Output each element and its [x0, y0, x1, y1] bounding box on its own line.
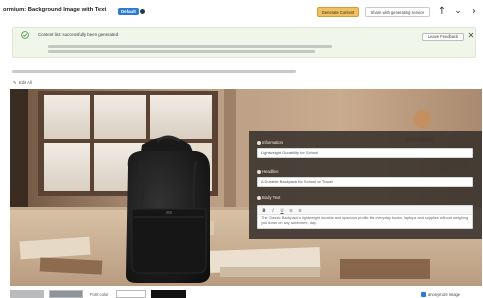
- color-swatch-black[interactable]: [151, 290, 186, 298]
- font-color-label: Font color: [90, 292, 109, 297]
- underline-button[interactable]: U: [278, 207, 286, 214]
- page-title: ormium: Background Image with Text: [3, 7, 107, 13]
- generate-content-button[interactable]: Generate Content: [317, 7, 359, 17]
- bottom-options: Font color anonymize image: [0, 287, 483, 298]
- text-overlay-panel: Information Lightweight Durability for S…: [249, 131, 482, 239]
- status-badge: Default: [118, 8, 139, 15]
- bold-button[interactable]: B: [260, 207, 268, 214]
- info-dot-icon[interactable]: [140, 9, 145, 14]
- chevron-right-icon[interactable]: ›: [468, 5, 480, 18]
- headline-field[interactable]: A Durable Backpack for School or Travel: [257, 177, 473, 187]
- checkbox-icon[interactable]: [421, 292, 426, 297]
- field-label-body: Body Text: [262, 195, 281, 200]
- success-banner: Content list: successfully been generate…: [12, 27, 476, 58]
- body-text-value[interactable]: The Classic Backpack's lightweight durab…: [261, 216, 469, 227]
- layout-thumbnail[interactable]: [10, 290, 44, 298]
- italic-button[interactable]: I: [269, 207, 277, 214]
- field-dot-icon: [257, 196, 261, 200]
- field-dot-icon: [257, 170, 261, 174]
- close-icon[interactable]: ✕: [466, 31, 476, 41]
- loading-bar: [12, 70, 296, 73]
- editor-toolbar: B I U ≡ ≡: [258, 206, 472, 215]
- top-bar: ormium: Background Image with Text Defau…: [0, 0, 483, 24]
- edit-all-label: Edit All: [19, 80, 32, 85]
- field-label-information: Information: [262, 140, 283, 145]
- arrow-up-icon[interactable]: ↑: [436, 5, 448, 18]
- field-label-headline: Headline: [262, 169, 279, 174]
- body-text-editor[interactable]: B I U ≡ ≡ The Classic Backpack's lightwe…: [257, 205, 473, 229]
- anonymize-label: anonymize image: [428, 292, 461, 297]
- share-button[interactable]: Share with generating service: [365, 7, 430, 17]
- check-circle-icon: [21, 31, 29, 39]
- chevron-down-icon[interactable]: ⌄: [452, 5, 464, 18]
- field-dot-icon: [257, 141, 261, 145]
- edit-all-link[interactable]: ✎ Edit All: [13, 80, 32, 85]
- color-swatch-white[interactable]: [116, 290, 146, 298]
- bullet-list-icon[interactable]: ≡: [287, 207, 295, 214]
- banner-message: Content list: successfully been generate…: [38, 32, 119, 37]
- placeholder-line: [48, 45, 332, 48]
- layout-thumbnail[interactable]: [49, 290, 83, 298]
- placeholder-line: [48, 50, 315, 53]
- leave-feedback-button[interactable]: Leave Feedback: [422, 33, 464, 41]
- numbered-list-icon[interactable]: ≡: [296, 207, 304, 214]
- information-field[interactable]: Lightweight Durability for School: [257, 148, 473, 158]
